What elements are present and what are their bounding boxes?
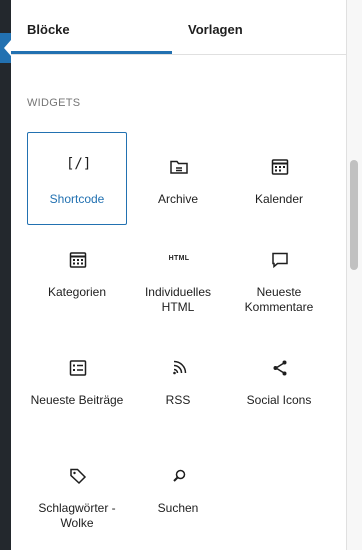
tab-blocks[interactable]: Blöcke <box>27 0 187 54</box>
block-label: Individuelles HTML <box>144 285 212 314</box>
comment-icon <box>268 248 292 272</box>
block-label: Kategorien <box>47 285 107 299</box>
share-icon <box>268 356 292 380</box>
calendar-icon <box>268 155 292 179</box>
block-latest-posts[interactable]: Neueste Beiträge <box>27 333 127 426</box>
block-search[interactable]: Suchen <box>128 441 228 534</box>
block-tag-cloud[interactable]: Schlagwörter -Wolke <box>27 441 127 534</box>
block-label: Neueste Beiträge <box>30 393 124 407</box>
widgets-section-title: WIDGETS <box>27 97 81 109</box>
tab-blocks-label: Blöcke <box>27 22 70 37</box>
tag-icon <box>66 464 90 488</box>
block-label: Kalender <box>254 192 304 206</box>
block-calendar[interactable]: Kalender <box>229 132 329 225</box>
scrollbar-track <box>347 0 362 550</box>
block-shortcode[interactable]: [/] Shortcode <box>27 132 127 225</box>
rss-icon <box>167 356 191 380</box>
block-label: Social Icons <box>246 393 312 407</box>
block-social-icons[interactable]: Social Icons <box>229 333 329 426</box>
block-label: Suchen <box>157 501 199 515</box>
html-icon: HTML <box>167 248 191 272</box>
post-list-icon <box>66 356 90 380</box>
search-icon <box>167 464 191 488</box>
scrollbar-thumb[interactable] <box>350 160 358 270</box>
html-icon-text: HTML <box>168 255 190 262</box>
block-custom-html[interactable]: HTML Individuelles HTML <box>128 225 228 318</box>
categories-icon <box>66 248 90 272</box>
tab-patterns[interactable]: Vorlagen <box>188 0 338 54</box>
block-label: RSS <box>165 393 191 407</box>
block-label: Schlagwörter -Wolke <box>38 501 116 530</box>
active-tab-indicator <box>11 51 172 54</box>
admin-sidebar-strip <box>0 0 11 550</box>
block-label: Neueste Kommentare <box>244 285 314 314</box>
block-latest-comments[interactable]: Neueste Kommentare <box>229 225 329 318</box>
block-rss[interactable]: RSS <box>128 333 228 426</box>
block-label: Archive <box>157 192 198 206</box>
admin-menu-arrow-icon <box>4 40 11 56</box>
block-categories[interactable]: Kategorien <box>27 225 127 318</box>
folder-icon <box>167 155 191 179</box>
inserter-tabs: Blöcke Vorlagen <box>11 0 346 55</box>
tab-patterns-label: Vorlagen <box>188 22 243 37</box>
block-archive[interactable]: Archive <box>128 132 228 225</box>
shortcode-icon: [/] <box>66 156 92 172</box>
block-label: Shortcode <box>49 192 105 206</box>
